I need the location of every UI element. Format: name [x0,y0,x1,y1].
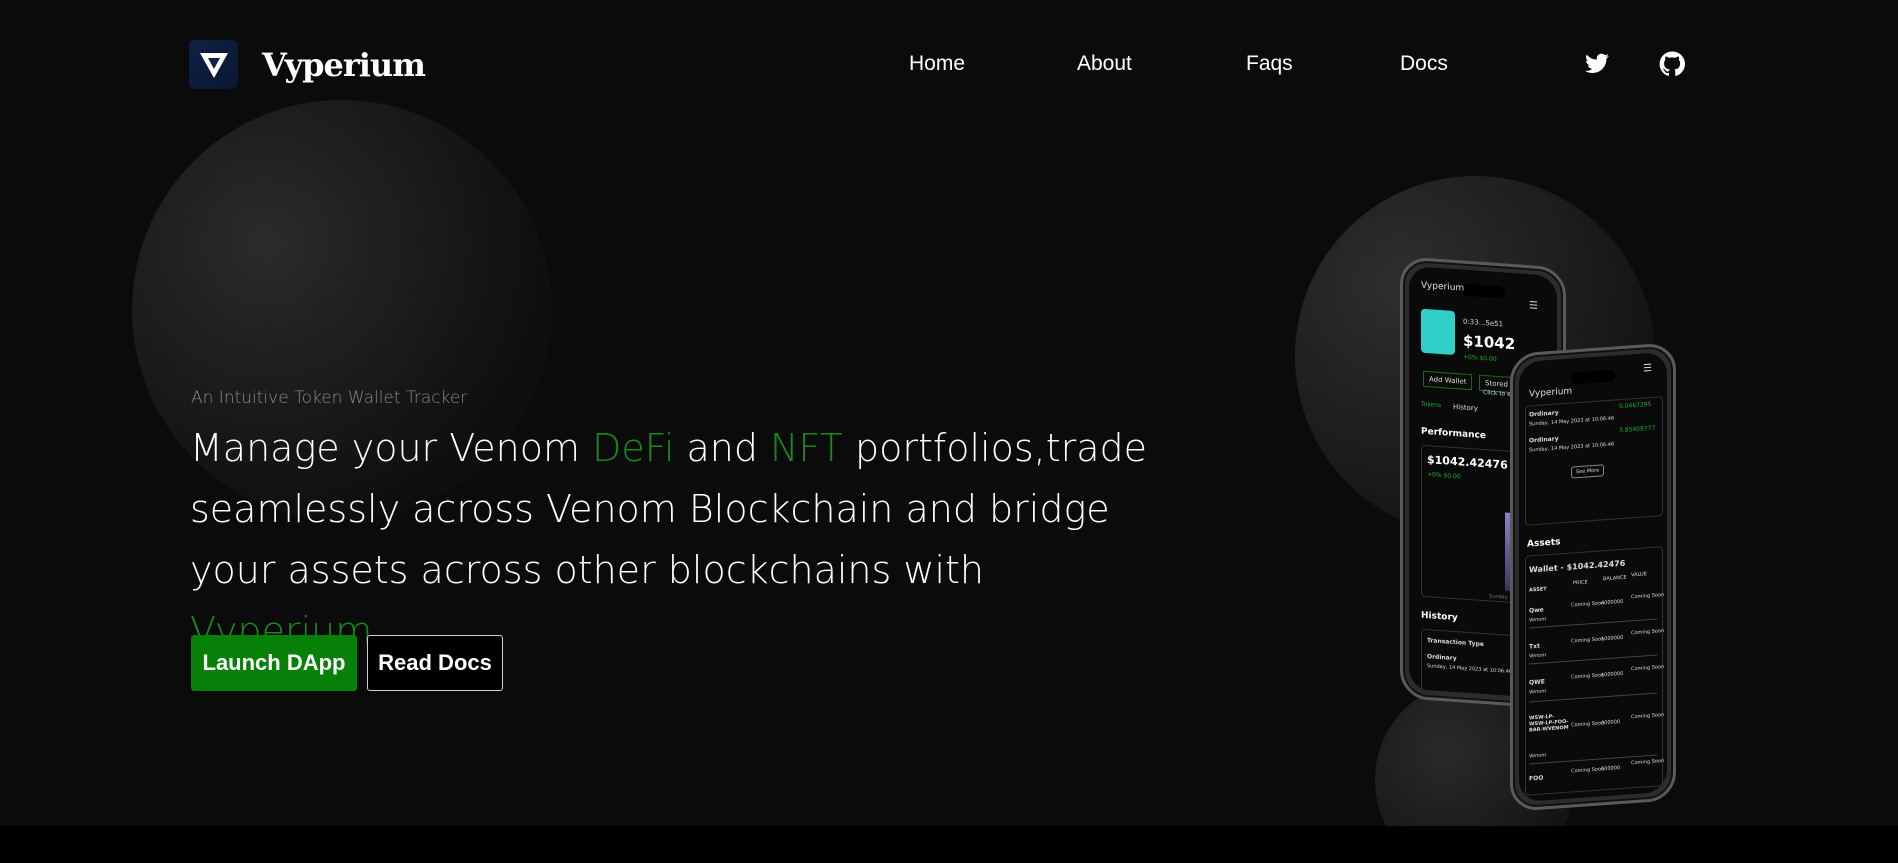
col-value: VALUE [1631,571,1647,579]
headline-text: your assets across other blockchains wit… [190,548,984,592]
brand-logo[interactable]: Vyperium [189,40,426,89]
nav-faqs[interactable]: Faqs [1246,52,1293,76]
headline-highlight: DeFi [592,426,675,470]
headline-text: Manage your Venom [190,426,593,470]
headline-highlight: NFT [770,426,843,470]
read-docs-button[interactable]: Read Docs [367,635,503,691]
hero-headline: Manage your Venom DeFi and NFT portfolio… [190,418,1150,662]
headline-text: and [674,426,771,470]
phone-mockup-front: Vyperium ☰ Ordinary Sunday, 14 May 2023 … [1510,342,1676,812]
nav-docs[interactable]: Docs [1400,52,1448,76]
tab-tokens: Tokens [1421,400,1442,410]
twitter-icon[interactable] [1584,51,1610,77]
tab-history: History [1453,402,1478,413]
hero-section: Vyperium Home About Faqs Docs An Intuiti… [0,0,1898,826]
mockup-brand: Vyperium [1529,386,1573,400]
hero-tagline: An Intuitive Token Wallet Tracker [191,388,468,408]
mockup-brand: Vyperium [1421,280,1465,294]
nav-about[interactable]: About [1077,52,1132,76]
add-wallet-button: Add Wallet [1423,370,1473,391]
launch-dapp-button[interactable]: Launch DApp [191,635,357,691]
menu-icon: ☰ [1529,300,1538,312]
asset-chain: Venom [1529,752,1547,760]
assets-label: Assets [1527,537,1561,550]
col-price: PRICE [1573,579,1588,587]
history-label: History [1421,610,1458,624]
nav-home[interactable]: Home [909,52,965,76]
phone-screen: Vyperium ☰ Ordinary Sunday, 14 May 2023 … [1519,351,1667,803]
asset-name: QWE [1529,678,1545,687]
asset-name: WSW-LP-WSW-LP-FOO-BAR-WVENOM [1529,713,1569,734]
col-asset: ASSET [1529,586,1547,594]
mockup-balance: $1042 [1463,331,1516,354]
performance-label: Performance [1421,426,1486,442]
headline-text: seamlessly across Venom Blockchain and b… [190,487,1110,531]
brand-name: Vyperium [262,45,426,84]
headline-text: portfolios,trade [842,426,1148,470]
menu-icon: ☰ [1643,362,1652,375]
github-icon[interactable] [1659,51,1685,77]
see-more-button: See More [1571,464,1605,479]
mockup-change: +0% $0.00 [1463,353,1497,363]
avatar [1421,308,1455,356]
asset-name: FOO [1529,774,1544,783]
mockup-address: 0:33...5e51 [1463,317,1504,329]
asset-chain: Venom [1529,688,1547,696]
footer-band [0,826,1898,863]
asset-chain: Venom [1529,652,1547,660]
asset-chain: Venom [1529,616,1547,624]
vyperium-v-logo-icon [189,40,238,89]
asset-name: Qwe [1529,606,1544,615]
asset-name: Txt [1529,642,1540,651]
